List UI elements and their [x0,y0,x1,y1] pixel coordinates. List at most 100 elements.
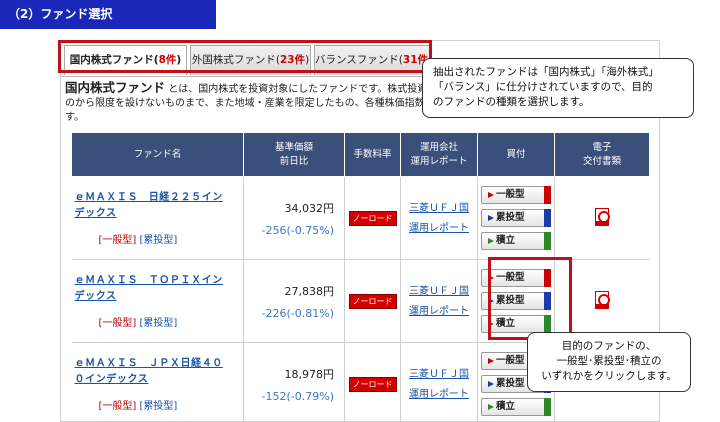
header-buy: 買付 [477,132,555,177]
company-link[interactable]: 三菱ＵＦＪ国 [401,283,477,300]
tab-domestic-equity[interactable]: 国内株式ファンド(8件) [64,45,187,75]
tab-balance[interactable]: バランスファンド(31件) [314,45,432,75]
arrow-right-icon [488,237,494,244]
buy-tsumitate-button[interactable]: 積立 [481,232,551,250]
header-ebook-sub: 交付書類 [582,155,621,167]
header-company: 運用会社運用レポート [400,132,478,177]
fee-cell: ノーロード [344,176,401,260]
company-link[interactable]: 三菱ＵＦＪ国 [401,366,477,383]
tab-label: バランスファンド( [315,54,403,66]
price-change: -226(-0.81%) [261,306,334,320]
header-price-sub: 前日比 [279,155,309,167]
header-fee: 手数料率 [344,132,401,177]
buy-tsumitate-label: 積立 [496,401,516,412]
buy-cumulative-label: 累投型 [496,212,525,223]
ebook-cell [554,259,650,343]
buy-tsumitate-button[interactable]: 積立 [481,398,551,416]
fund-name-line2: デックス [74,208,117,219]
buy-tsumitate-label: 積立 [496,235,516,246]
arrow-right-icon [488,380,494,387]
arrow-right-icon [488,297,494,304]
fund-name-link[interactable]: ｅＭＡＸＩＳ ＴＯＰＩＸイン デックス [75,273,244,305]
nav-price: 27,838円 [284,284,335,298]
buy-tsumitate-label: 積立 [496,318,516,329]
header-price: 基準価額 前日比 [243,132,345,177]
fund-name-cell: ｅＭＡＸＩＳ 日経２２５イン デックス [一般型] [累投型] [71,176,244,260]
pdf-icon[interactable] [595,207,610,226]
buy-cumulative-button[interactable]: 累投型 [481,292,551,310]
arrow-right-icon [488,274,494,281]
button-tag [544,269,551,287]
callout-line: のファンドの種類を選択します。 [433,96,590,108]
buy-general-button[interactable]: 一般型 [481,186,551,204]
description-text: とは、国内株式を投資対象にしたファンドです。株式投資 [165,84,428,95]
fund-name-cell: ｅＭＡＸＩＳ ＪＰＸ日経４０ ０インデックス [一般型] [累投型] [71,342,244,421]
type-general-label: [一般型] [98,235,137,246]
description-title: 国内株式ファンド [65,80,166,95]
button-tag [544,315,551,333]
table-row: ｅＭＡＸＩＳ 日経２２５イン デックス [一般型] [累投型] 34,032円 -… [71,176,650,260]
nav-price: 34,032円 [284,201,335,215]
price-change: -152(-0.79%) [261,389,334,403]
arrow-right-icon [488,357,494,364]
callout-line: 一般型･累投型･積立の [556,355,662,367]
callout-line: 抽出されたファンドは「国内株式」「海外株式」 [433,66,659,78]
button-tag [544,398,551,416]
header-company-sub: 運用レポート [410,155,468,167]
buy-general-button[interactable]: 一般型 [481,269,551,287]
fund-name-line2: ０インデックス [74,374,149,385]
arrow-right-icon [488,191,494,198]
header-price-label: 基準価額 [274,141,313,153]
tab-foreign-equity[interactable]: 外国株式ファンド(23件) [190,45,311,75]
header-ebook: 電子 交付書類 [554,132,650,177]
fund-name-line1: ｅＭＡＸＩＳ ＴＯＰＩＸイン [74,275,223,286]
company-cell: 三菱ＵＦＪ国 運用レポート [400,176,478,260]
tab-count: 23件 [279,54,306,66]
callout-line: いずれかをクリックします。 [541,370,677,382]
company-link[interactable]: 三菱ＵＦＪ国 [401,200,477,217]
tab-label: 外国株式ファンド( [191,54,280,66]
button-tag [544,232,551,250]
section-title: （2）ファンド選択 [0,0,216,29]
button-tag [544,186,551,204]
no-load-badge: ノーロード [348,376,397,392]
buy-tsumitate-button[interactable]: 積立 [481,315,551,333]
fee-cell: ノーロード [344,342,401,421]
ebook-cell [554,176,650,260]
price-cell: 27,838円 -226(-0.81%) [243,259,345,343]
buy-cumulative-label: 累投型 [496,295,525,306]
arrow-right-icon [488,214,494,221]
arrow-right-icon [488,320,494,327]
buy-cumulative-button[interactable]: 累投型 [481,209,551,227]
header-company-label: 運用会社 [419,141,458,153]
pdf-icon[interactable] [595,290,610,309]
button-tag [544,209,551,227]
table-row: ｅＭＡＸＩＳ ＴＯＰＩＸイン デックス [一般型] [累投型] 27,838円 -… [71,259,650,343]
no-load-badge: ノーロード [348,210,397,226]
report-link[interactable]: 運用レポート [401,220,477,237]
report-link[interactable]: 運用レポート [401,386,477,403]
buy-cell: 一般型 累投型 積立 [477,259,555,343]
type-general-label: [一般型] [98,401,137,412]
header-ebook-label: 電子 [592,141,612,153]
fund-name-link[interactable]: ｅＭＡＸＩＳ 日経２２５イン デックス [75,190,244,222]
buy-cell: 一般型 累投型 積立 [477,176,555,260]
report-link[interactable]: 運用レポート [401,303,477,320]
tab-close-paren: ) [305,54,310,66]
tab-label: 国内株式ファンド( [69,54,159,66]
company-cell: 三菱ＵＦＪ国 運用レポート [400,342,478,421]
fund-types: [一般型] [累投型] [75,397,244,412]
fund-name-cell: ｅＭＡＸＩＳ ＴＯＰＩＸイン デックス [一般型] [累投型] [71,259,244,343]
arrow-right-icon [488,403,494,410]
fund-types: [一般型] [累投型] [75,231,244,246]
table-header-row: ファンド名 基準価額前日比 手数料率 運用会社運用レポート 買付 電子交付書類 [71,132,650,177]
header-fund-name: ファンド名 [71,132,244,177]
buy-general-label: 一般型 [496,272,525,283]
type-general-label: [一般型] [98,318,137,329]
buy-instruction-callout: 目的のファンドの、 一般型･累投型･積立の いずれかをクリックします。 [527,332,691,392]
fund-name-link[interactable]: ｅＭＡＸＩＳ ＪＰＸ日経４０ ０インデックス [75,356,244,388]
price-cell: 18,978円 -152(-0.79%) [243,342,345,421]
fund-name-line2: デックス [74,291,117,302]
callout-line: 目的のファンドの、 [561,340,657,352]
type-cumulative-label: [累投型] [139,401,178,412]
